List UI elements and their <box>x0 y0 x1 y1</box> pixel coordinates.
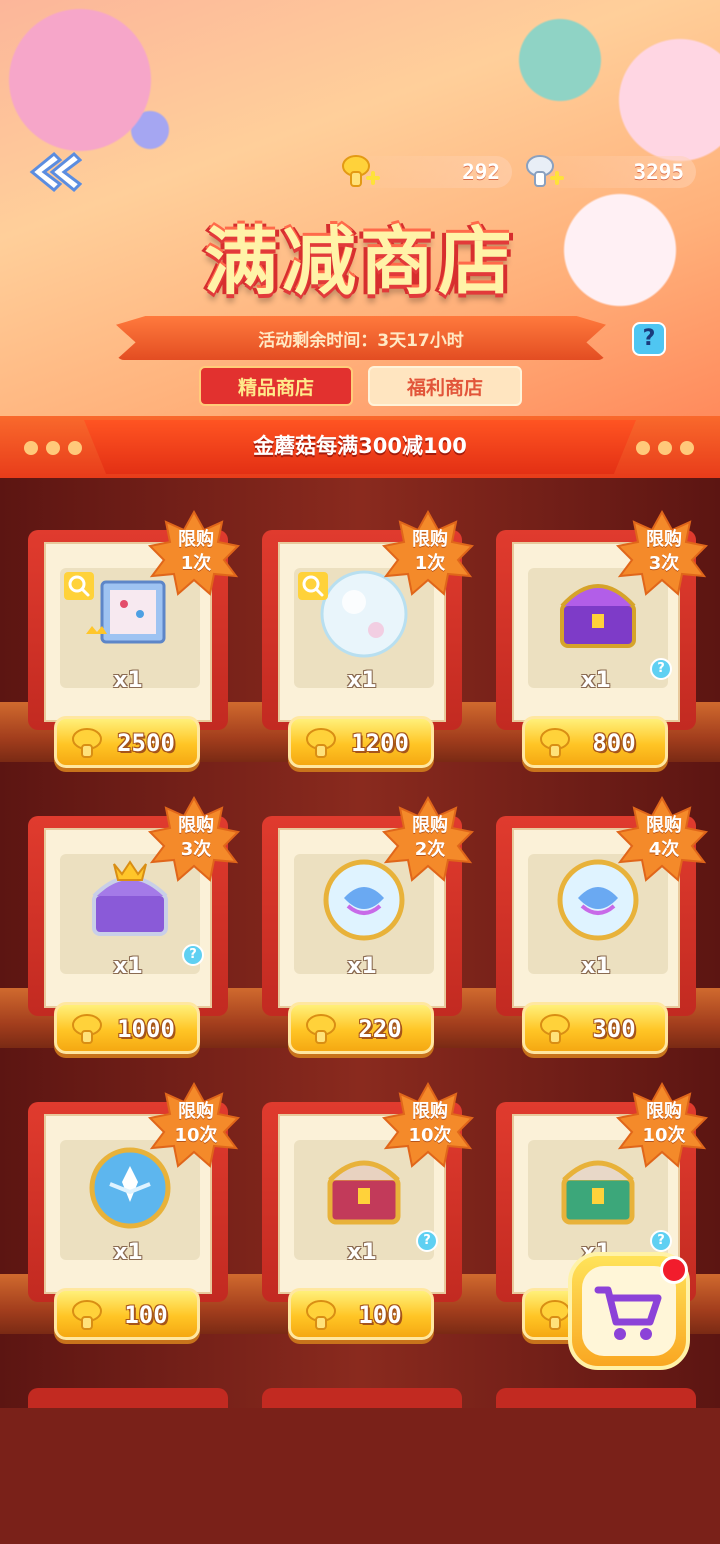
back-arrow-icon[interactable] <box>24 150 82 194</box>
help-button[interactable]: ? <box>632 322 666 356</box>
item-quantity: x1 <box>581 668 611 693</box>
buy-button[interactable]: 1000 <box>54 1002 200 1054</box>
item-price: 300 <box>592 1015 636 1043</box>
purchase-limit: 限购 10次 <box>164 1100 228 1148</box>
item-price: 1200 <box>351 729 409 757</box>
partial-item-card <box>262 1388 462 1408</box>
shop-header: 292 3295 满减商店 活动剩余时间：3天17小时 ? 精品商店 福利商店 <box>0 0 720 420</box>
page-title: 满减商店 <box>204 219 516 305</box>
discount-banner: 金蘑菇每满300减100 <box>0 416 720 478</box>
gold-mushroom-icon <box>72 1014 102 1044</box>
shelf-bottom <box>0 1408 720 1544</box>
purchase-limit: 限购 3次 <box>164 814 228 862</box>
purchase-limit: 限购 3次 <box>632 528 696 576</box>
item-card[interactable]: x1 限购 2次 220 <box>262 795 475 1076</box>
item-card[interactable]: x1 限购 1次 1200 <box>262 509 475 790</box>
purchase-limit-label: 限购 <box>178 815 214 836</box>
purchase-limit-count: 3次 <box>648 553 680 574</box>
silver-mushroom-counter[interactable]: 3295 <box>526 155 696 188</box>
discount-banner-text: 金蘑菇每满300减100 <box>253 434 467 458</box>
partial-item-card <box>28 1388 228 1408</box>
buy-button[interactable]: 100 <box>288 1288 434 1340</box>
purchase-limit-count: 10次 <box>408 1125 452 1146</box>
item-price: 220 <box>358 1015 402 1043</box>
purchase-limit-label: 限购 <box>646 1101 682 1122</box>
item-quantity: x1 <box>581 954 611 979</box>
tab-premium-shop[interactable]: 精品商店 <box>199 366 353 406</box>
purchase-limit-label: 限购 <box>646 529 682 550</box>
cart-plate <box>582 1266 676 1356</box>
purchase-limit-label: 限购 <box>412 529 448 550</box>
gold-mushroom-counter[interactable]: 292 <box>342 155 512 188</box>
buy-button[interactable]: 800 <box>522 716 668 768</box>
item-card[interactable]: x1 限购 4次 300 <box>496 795 709 1076</box>
shopping-cart-icon <box>594 1286 662 1340</box>
gold-mushroom-icon <box>540 728 570 758</box>
purchase-limit: 限购 4次 <box>632 814 696 862</box>
silver-mushroom-count: 3295 <box>633 160 684 184</box>
item-price: 100 <box>358 1301 402 1329</box>
item-price: 800 <box>592 729 636 757</box>
gold-mushroom-icon <box>540 1300 570 1330</box>
item-card[interactable]: ? x1 限购 10次 100 <box>262 1081 475 1362</box>
purchase-limit-count: 10次 <box>642 1125 686 1146</box>
purchase-limit-count: 1次 <box>180 553 212 574</box>
gold-mushroom-count: 292 <box>462 160 500 184</box>
purchase-limit-count: 10次 <box>174 1125 218 1146</box>
purchase-limit: 限购 10次 <box>632 1100 696 1148</box>
purchase-limit-label: 限购 <box>178 529 214 550</box>
gold-mushroom-icon <box>306 728 336 758</box>
item-quantity: x1 <box>347 668 377 693</box>
gold-mushroom-icon <box>540 1014 570 1044</box>
buy-button[interactable]: 100 <box>54 1288 200 1340</box>
purchase-limit: 限购 1次 <box>398 528 462 576</box>
purchase-limit-label: 限购 <box>178 1101 214 1122</box>
magnifier-icon[interactable] <box>64 572 94 600</box>
item-quantity: x1 <box>113 954 143 979</box>
buy-button[interactable]: 2500 <box>54 716 200 768</box>
purchase-limit: 限购 2次 <box>398 814 462 862</box>
cart-notification-dot <box>660 1256 688 1284</box>
buy-button[interactable]: 220 <box>288 1002 434 1054</box>
purchase-limit-label: 限购 <box>412 815 448 836</box>
purchase-limit-count: 2次 <box>414 839 446 860</box>
purchase-limit-label: 限购 <box>646 815 682 836</box>
gold-mushroom-icon <box>306 1014 336 1044</box>
gold-mushroom-icon <box>72 1300 102 1330</box>
buy-button[interactable]: 300 <box>522 1002 668 1054</box>
purchase-limit-count: 1次 <box>414 553 446 574</box>
banner-dots-right <box>636 440 702 459</box>
item-quantity: x1 <box>113 1240 143 1265</box>
item-card[interactable]: x1 限购 1次 2500 <box>28 509 241 790</box>
purchase-limit: 限购 1次 <box>164 528 228 576</box>
purchase-limit: 限购 10次 <box>398 1100 462 1148</box>
item-price: 100 <box>124 1301 168 1329</box>
item-card[interactable]: ? x1 限购 3次 800 <box>496 509 709 790</box>
item-quantity: x1 <box>347 1240 377 1265</box>
purchase-limit-count: 3次 <box>180 839 212 860</box>
magnifier-icon[interactable] <box>298 572 328 600</box>
purchase-limit-label: 限购 <box>412 1101 448 1122</box>
gold-mushroom-plus-icon <box>342 155 380 187</box>
banner-dots-left <box>24 440 90 459</box>
item-price: 1000 <box>117 1015 175 1043</box>
item-card[interactable]: x1 限购 10次 100 <box>28 1081 241 1362</box>
partial-item-card <box>496 1388 696 1408</box>
tab-welfare-shop[interactable]: 福利商店 <box>368 366 522 406</box>
silver-mushroom-plus-icon <box>526 155 564 187</box>
purchase-limit-count: 4次 <box>648 839 680 860</box>
item-quantity: x1 <box>347 954 377 979</box>
buy-button[interactable]: 1200 <box>288 716 434 768</box>
gold-mushroom-icon <box>72 728 102 758</box>
item-price: 2500 <box>117 729 175 757</box>
countdown-ribbon: 活动剩余时间：3天17小时 <box>116 316 606 360</box>
gold-mushroom-icon <box>306 1300 336 1330</box>
countdown-text: 活动剩余时间：3天17小时 <box>258 331 464 351</box>
item-card[interactable]: ? x1 限购 3次 1000 <box>28 795 241 1076</box>
item-quantity: x1 <box>113 668 143 693</box>
